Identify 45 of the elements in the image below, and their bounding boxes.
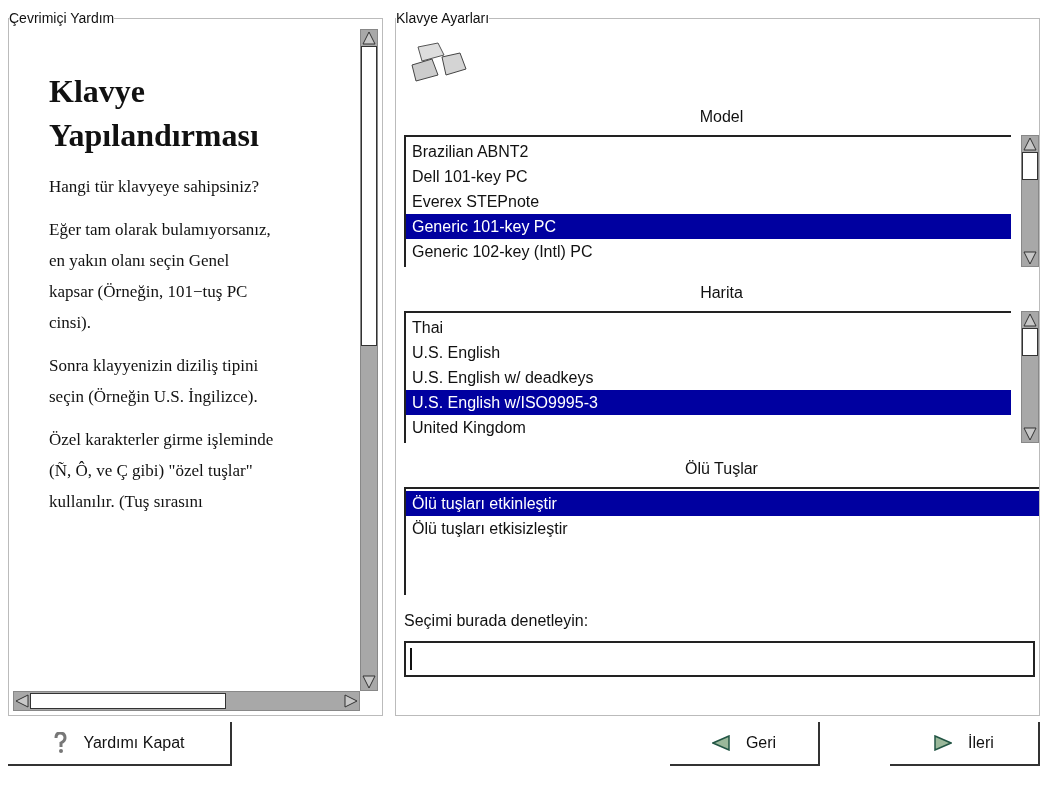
next-button[interactable]: İleri (890, 722, 1040, 766)
check-label: Seçimi burada denetleyin: (404, 611, 590, 631)
list-item[interactable]: Generic 101-key PC (406, 214, 1011, 239)
list-label: Ölü Tuşlar (685, 459, 758, 479)
list-label: Harita (700, 283, 743, 303)
help-paragraph: Hangi tür klavyeye sahipsiniz? (49, 176, 261, 198)
question-mark-icon (53, 732, 68, 754)
list-item[interactable]: U.S. English (406, 340, 1011, 365)
list-label: Model (699, 107, 744, 127)
scroll-down-icon[interactable] (1022, 250, 1038, 266)
help-panel-title: Çevrimiçi Yardım (9, 9, 115, 28)
scroll-up-icon[interactable] (1022, 136, 1038, 152)
horizontal-scrollbar[interactable] (13, 691, 360, 711)
list-item[interactable]: United Kingdom (406, 415, 1011, 440)
left-triangle-icon (711, 735, 730, 751)
list-item[interactable]: Ölü tuşları etkinleştir (406, 491, 1039, 516)
help-paragraph: Sonra klayyenizin diziliş tipini seçin (Örneğin U.S. İngilizce). (49, 355, 260, 408)
list-item[interactable]: Generic 102-key (Intl) PC (406, 239, 1011, 264)
back-button[interactable]: Geri (670, 722, 820, 766)
scroll-left-icon[interactable] (14, 693, 30, 709)
scroll-up-icon[interactable] (1022, 312, 1038, 328)
scroll-thumb[interactable] (30, 693, 226, 709)
scroll-thumb[interactable] (1022, 328, 1038, 356)
scrollbar[interactable] (1021, 311, 1039, 443)
list-item[interactable]: Brazilian ABNT2 (406, 139, 1011, 164)
check-input-field[interactable] (404, 641, 1035, 677)
list-item[interactable]: U.S. English w/ISO9995-3 (406, 390, 1011, 415)
list-item[interactable]: Everex STEPnote (406, 189, 1011, 214)
scroll-thumb[interactable] (1022, 152, 1038, 180)
scrollbar[interactable] (1021, 135, 1039, 267)
scrollbar[interactable] (360, 29, 378, 691)
list-item[interactable]: Thai (406, 315, 1011, 340)
list-item[interactable]: Ölü tuşları etkisizleştir (406, 516, 1039, 541)
help-paragraph: Eğer tam olarak bulamıyorsanız, en yakın olanı seçin Genel kapsar (Örneğin, 101−tuş PC cinsi). (49, 219, 272, 334)
help-heading: Klavye Yapılandırması (49, 72, 260, 155)
close-help-button[interactable]: Yardımı Kapat (8, 722, 232, 766)
list-item[interactable]: Dell 101-key PC (406, 164, 1011, 189)
help-paragraph: Özel karakterler girme işleminde (Ñ, Ô, ve Ç gibi) "özel tuşlar" kullanılır. (Tuş sırasını (49, 429, 274, 513)
list-item[interactable]: U.S. English w/ deadkeys (406, 365, 1011, 390)
scroll-down-icon[interactable] (361, 674, 377, 690)
right-triangle-icon (934, 735, 953, 751)
scroll-thumb[interactable] (361, 46, 377, 346)
scroll-right-icon[interactable] (343, 693, 359, 709)
settings-panel-title: Klavye Ayarları (396, 9, 490, 28)
scroll-down-icon[interactable] (1022, 426, 1038, 442)
